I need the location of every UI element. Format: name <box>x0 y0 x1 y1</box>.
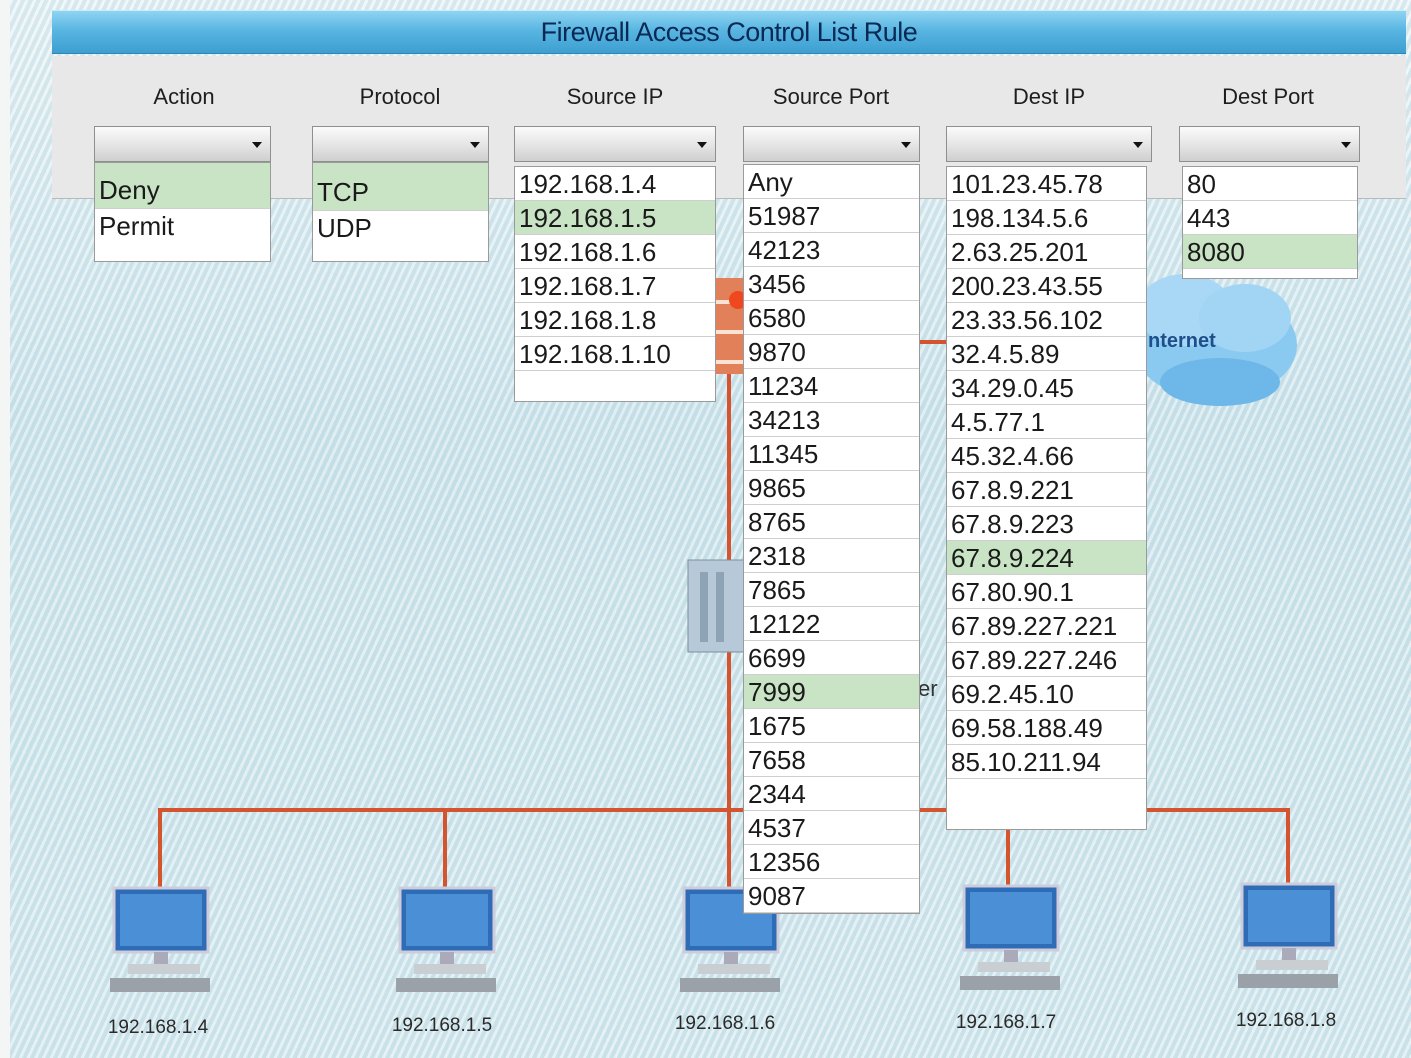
server-label: er <box>918 676 938 701</box>
source-ip-option[interactable]: 192.168.1.6 <box>515 235 715 269</box>
dest-ip-option[interactable]: 67.8.9.224 <box>947 541 1146 575</box>
action-column-label: Action <box>153 84 215 109</box>
source-port-dropdown[interactable] <box>743 126 920 162</box>
source-port-option[interactable]: 9865 <box>744 471 919 505</box>
source-port-option[interactable]: 8765 <box>744 505 919 539</box>
protocol-column-label: Protocol <box>359 84 441 109</box>
source-port-option[interactable]: 12122 <box>744 607 919 641</box>
protocol-options-list: TCP UDP <box>312 162 489 262</box>
pc-icon <box>396 886 496 996</box>
source-port-option[interactable]: 1675 <box>744 709 919 743</box>
title-bar: Firewall Access Control List Rule <box>52 10 1406 54</box>
dest-ip-option[interactable]: 67.89.227.246 <box>947 643 1146 677</box>
source-ip-column-label: Source IP <box>566 84 664 109</box>
source-port-option[interactable]: 42123 <box>744 233 919 267</box>
source-port-option[interactable]: 2318 <box>744 539 919 573</box>
action-option-deny[interactable]: Deny <box>95 163 270 209</box>
source-port-option[interactable]: 3456 <box>744 267 919 301</box>
dest-ip-option[interactable]: 69.2.45.10 <box>947 677 1146 711</box>
host-label: 192.168.1.4 <box>107 1017 209 1038</box>
dest-port-options-list: 80 443 8080 <box>1182 166 1358 279</box>
source-port-option[interactable]: 7658 <box>744 743 919 777</box>
dest-port-column-label: Dest Port <box>1222 84 1314 109</box>
source-ip-option[interactable]: 192.168.1.7 <box>515 269 715 303</box>
dest-ip-options-list: 101.23.45.78 198.134.5.6 2.63.25.201 200.23… <box>946 166 1147 830</box>
source-ip-option[interactable]: 192.168.1.10 <box>515 337 715 371</box>
dest-ip-option[interactable]: 67.8.9.221 <box>947 473 1146 507</box>
host-label: 192.168.1.5 <box>391 1015 493 1036</box>
dest-ip-option[interactable]: 4.5.77.1 <box>947 405 1146 439</box>
source-port-column-label: Source Port <box>772 84 890 109</box>
server-icon <box>687 559 747 653</box>
chevron-down-icon[interactable] <box>1133 142 1143 148</box>
dest-ip-option[interactable]: 85.10.211.94 <box>947 745 1146 779</box>
source-port-option[interactable]: 11345 <box>744 437 919 471</box>
dest-ip-option[interactable]: 67.8.9.223 <box>947 507 1146 541</box>
source-ip-dropdown[interactable] <box>514 126 716 162</box>
dest-port-option[interactable]: 443 <box>1183 201 1357 235</box>
source-port-options-list: Any 51987 42123 3456 6580 9870 11234 34213 11345… <box>743 164 920 914</box>
chevron-down-icon[interactable] <box>901 142 911 148</box>
action-options-list: Deny Permit <box>94 162 271 262</box>
pc-icon <box>110 886 210 996</box>
dest-ip-option[interactable]: 67.89.227.221 <box>947 609 1146 643</box>
source-ip-option[interactable]: 192.168.1.4 <box>515 167 715 201</box>
source-port-option[interactable]: 7865 <box>744 573 919 607</box>
pc-icon <box>960 884 1060 994</box>
internet-label: nternet <box>1148 330 1216 352</box>
source-ip-option[interactable]: 192.168.1.8 <box>515 303 715 337</box>
dest-ip-option[interactable]: 101.23.45.78 <box>947 167 1146 201</box>
host-label: 192.168.1.7 <box>955 1012 1057 1033</box>
protocol-option-udp[interactable]: UDP <box>313 211 488 245</box>
dest-ip-column-label: Dest IP <box>1012 84 1086 109</box>
chevron-down-icon[interactable] <box>1341 142 1351 148</box>
dest-ip-option[interactable]: 34.29.0.45 <box>947 371 1146 405</box>
page-title: Firewall Access Control List Rule <box>540 17 918 47</box>
host-label: 192.168.1.6 <box>674 1013 776 1034</box>
source-port-option[interactable]: 51987 <box>744 199 919 233</box>
dest-ip-option[interactable]: 67.80.90.1 <box>947 575 1146 609</box>
source-port-option[interactable]: 6580 <box>744 301 919 335</box>
dest-ip-option[interactable]: 45.32.4.66 <box>947 439 1146 473</box>
protocol-dropdown[interactable] <box>312 126 489 162</box>
source-port-option[interactable]: 9087 <box>744 879 919 913</box>
dest-ip-option[interactable]: 200.23.43.55 <box>947 269 1146 303</box>
dest-ip-option[interactable]: 32.4.5.89 <box>947 337 1146 371</box>
source-port-option[interactable]: 7999 <box>744 675 919 709</box>
protocol-option-tcp[interactable]: TCP <box>313 163 488 211</box>
source-port-option[interactable]: 9870 <box>744 335 919 369</box>
action-dropdown[interactable] <box>94 126 271 162</box>
source-ip-options-list: 192.168.1.4 192.168.1.5 192.168.1.6 192.168… <box>514 166 716 402</box>
dest-ip-dropdown[interactable] <box>946 126 1152 162</box>
chevron-down-icon[interactable] <box>252 142 262 148</box>
source-port-option[interactable]: 4537 <box>744 811 919 845</box>
source-port-option[interactable]: 6699 <box>744 641 919 675</box>
source-port-option[interactable]: 34213 <box>744 403 919 437</box>
dest-ip-option[interactable]: 2.63.25.201 <box>947 235 1146 269</box>
action-option-permit[interactable]: Permit <box>95 209 270 243</box>
host-label: 192.168.1.8 <box>1235 1010 1337 1031</box>
chevron-down-icon[interactable] <box>697 142 707 148</box>
dest-port-option[interactable]: 8080 <box>1183 235 1357 269</box>
source-port-option[interactable]: 12356 <box>744 845 919 879</box>
source-port-option[interactable]: 2344 <box>744 777 919 811</box>
dest-port-dropdown[interactable] <box>1179 126 1360 162</box>
chevron-down-icon[interactable] <box>470 142 480 148</box>
dest-port-option[interactable]: 80 <box>1183 167 1357 201</box>
dest-ip-option[interactable]: 198.134.5.6 <box>947 201 1146 235</box>
source-ip-option[interactable]: 192.168.1.5 <box>515 201 715 235</box>
dest-ip-option[interactable]: 69.58.188.49 <box>947 711 1146 745</box>
source-port-option[interactable]: 11234 <box>744 369 919 403</box>
source-port-option[interactable]: Any <box>744 165 919 199</box>
dest-ip-option[interactable]: 23.33.56.102 <box>947 303 1146 337</box>
pc-icon <box>1238 882 1338 992</box>
